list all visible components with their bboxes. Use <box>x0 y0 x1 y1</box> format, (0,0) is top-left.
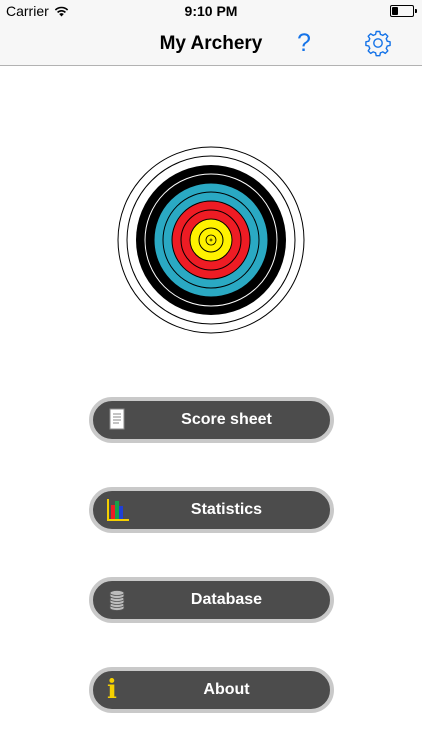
app-screen: Carrier 9:10 PM My Archery ? Score sheet… <box>0 0 422 750</box>
status-time: 9:10 PM <box>184 3 238 19</box>
battery-level <box>392 7 398 15</box>
info-icon: i <box>107 675 117 705</box>
status-bar: Carrier 9:10 PM <box>0 0 422 22</box>
database-label: Database <box>190 591 263 608</box>
battery-icon <box>390 5 417 17</box>
settings-button[interactable] <box>363 28 393 58</box>
statistics-button[interactable]: Statistics <box>89 487 334 533</box>
about-label: About <box>203 681 250 698</box>
database-icon <box>109 590 125 611</box>
help-button[interactable]: ? <box>291 26 317 60</box>
statistics-label: Statistics <box>190 501 263 518</box>
navigation-bar: My Archery ? <box>0 22 422 66</box>
page-title: My Archery <box>159 33 263 54</box>
bar-chart-icon <box>107 499 129 521</box>
about-button[interactable]: i About <box>89 667 334 713</box>
archery-target-icon <box>117 146 305 334</box>
document-icon <box>109 408 125 430</box>
database-button[interactable]: Database <box>89 577 334 623</box>
score-sheet-label: Score sheet <box>181 411 272 428</box>
score-sheet-button[interactable]: Score sheet <box>89 397 334 443</box>
gear-icon <box>365 30 391 57</box>
